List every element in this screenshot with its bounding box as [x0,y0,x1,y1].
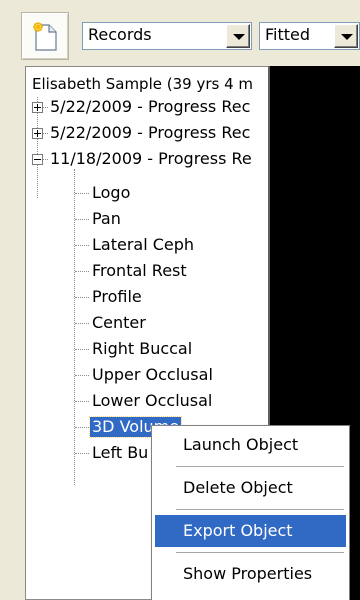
tree-connector [75,401,89,402]
menu-separator [176,552,344,554]
new-document-icon [33,22,57,51]
expand-plus-icon[interactable] [32,102,43,113]
records-dropdown-value: Records [88,25,152,44]
tree-image-node[interactable]: Pan [92,209,121,229]
expand-plus-icon[interactable] [32,128,43,139]
tree-root-patient[interactable]: Elisabeth Sample (39 yrs 4 m [32,75,253,93]
tree-visit-node[interactable]: 5/22/2009 - Progress Rec [50,123,250,143]
menu-launch-object[interactable]: Launch Object [155,429,346,461]
tree-connector [74,169,75,485]
menu-separator [176,509,344,511]
context-menu: Launch Object Delete Object Export Objec… [151,425,350,600]
tree-image-node[interactable]: Profile [92,287,142,307]
records-dropdown[interactable]: Records [82,22,252,50]
menu-delete-object[interactable]: Delete Object [155,472,346,504]
tree-image-node[interactable]: Left Bu [92,443,148,463]
tree-image-node[interactable]: Lateral Ceph [92,235,194,255]
collapse-minus-icon[interactable] [32,154,43,165]
zoom-dropdown-arrow-icon[interactable] [334,24,358,48]
tree-connector [75,375,89,376]
tree-connector [75,323,89,324]
tree-connector [75,193,89,194]
toolbar: Records Fitted [0,0,360,64]
tree-image-node[interactable]: Frontal Rest [92,261,187,281]
tree-visit-node[interactable]: 5/22/2009 - Progress Rec [50,97,250,117]
tree-connector [75,219,89,220]
zoom-dropdown[interactable]: Fitted [259,22,360,50]
tree-connector [75,271,89,272]
tree-image-node[interactable]: Lower Occlusal [92,391,212,411]
tree-image-node[interactable]: Center [92,313,146,333]
tree-connector [75,349,89,350]
tree-connector [75,453,89,454]
tree-visit-node[interactable]: 11/18/2009 - Progress Re [50,149,252,169]
tree-connector [75,297,89,298]
tree-image-node[interactable]: Logo [92,183,130,203]
tree-image-node[interactable]: Right Buccal [92,339,192,359]
new-record-button[interactable] [21,12,69,60]
menu-export-object[interactable]: Export Object [155,515,346,547]
menu-separator [176,466,344,468]
tree-image-node[interactable]: Upper Occlusal [92,365,213,385]
records-dropdown-arrow-icon[interactable] [226,24,250,48]
tree-connector [75,245,89,246]
app-window: Records Fitted Elisabeth Sample (39 yrs … [0,0,360,600]
zoom-dropdown-value: Fitted [265,25,311,44]
tree-connector [75,427,89,428]
menu-show-properties[interactable]: Show Properties [155,558,346,590]
